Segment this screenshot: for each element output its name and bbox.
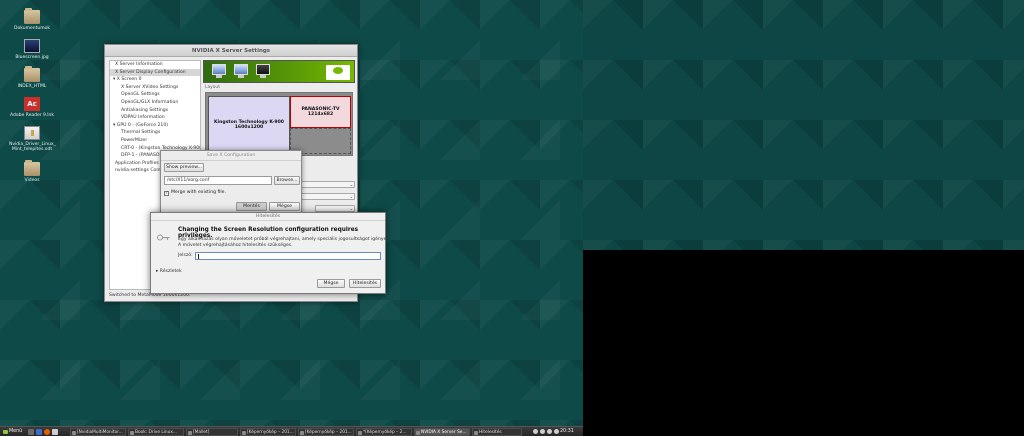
- desktop-icon-dokumentumok[interactable]: Dokumentumok: [9, 8, 55, 31]
- desktop-icon-nvidia-doc[interactable]: Nvidia_Driver_Linux_ Mint_telepites.odt: [9, 126, 56, 152]
- display-kingston[interactable]: Kingston Technology K-900 1600x1200: [208, 96, 290, 154]
- merge-checkbox-label: Merge with existing file.: [171, 190, 226, 195]
- desktop-icon-index-html[interactable]: INDEX_HTML: [9, 66, 55, 89]
- nvidia-banner: [203, 60, 355, 83]
- desktop-icon-label: Dokumentumok: [14, 26, 50, 31]
- auth-description-line2: A művelet végrehajtásához hitelesítés sz…: [178, 243, 293, 248]
- desktop-icon-label: INDEX_HTML: [17, 84, 47, 89]
- desktop-icon-bluescreen[interactable]: Bluescreen.jpg: [9, 39, 55, 60]
- terminal-icon[interactable]: [36, 429, 42, 435]
- folder-icon: [24, 8, 40, 24]
- chevron-down-icon: ⌄: [349, 182, 353, 187]
- display-resolution: 1214x682: [307, 112, 334, 117]
- text-cursor: [198, 253, 199, 259]
- tree-item-display-configuration[interactable]: X Server Display Configuration: [110, 68, 200, 77]
- password-input[interactable]: [195, 251, 381, 260]
- authentication-dialog: Hitelesítés Changing the Screen Resoluti…: [150, 212, 390, 294]
- desktop-unused-area: [583, 250, 1024, 436]
- desktop-icon-label: Adobe Reader 9.lnk: [9, 113, 55, 118]
- tree-item-thermal-settings[interactable]: Thermal Settings: [110, 129, 200, 137]
- display-setting-combo[interactable]: ⌄: [301, 181, 355, 188]
- network-icon[interactable]: [540, 429, 545, 434]
- save-x-configuration-dialog: Save X Configuration Show preview... /et…: [160, 150, 302, 214]
- adobe-reader-icon: Ac: [24, 97, 40, 111]
- tree-item-antialiasing[interactable]: Antialiasing Settings: [110, 107, 200, 115]
- tree-item-x-server-info[interactable]: X Server Information: [110, 61, 200, 69]
- firefox-icon[interactable]: [44, 429, 50, 435]
- image-thumbnail-icon: [24, 39, 40, 53]
- update-shield-icon[interactable]: [554, 429, 559, 434]
- folder-icon: [24, 160, 40, 176]
- display-layout-area[interactable]: Kingston Technology K-900 1600x1200 PANA…: [205, 92, 353, 156]
- dialog-title[interactable]: Hitelesítés: [151, 213, 385, 221]
- taskbar-window-button[interactable]: [Képernyőkép – 201...: [298, 428, 354, 436]
- taskbar-window-button-active[interactable]: NVIDIA X Server Se...: [414, 428, 470, 436]
- display-setting-combo[interactable]: ⌄: [315, 205, 355, 212]
- details-expander[interactable]: ▸ Részletek: [156, 269, 182, 274]
- clock[interactable]: 20:31: [560, 428, 574, 436]
- tree-item-xvideo-settings[interactable]: X Server XVideo Settings: [110, 84, 200, 92]
- monitor-icon: [234, 64, 248, 79]
- monitor-icon: [256, 64, 270, 79]
- show-desktop-icon[interactable]: [28, 429, 34, 435]
- authenticate-button[interactable]: Hitelesítés: [349, 279, 381, 288]
- desktop-icon-adobe-reader[interactable]: Ac Adobe Reader 9.lnk: [9, 97, 55, 118]
- layout-label: Layout: [205, 85, 220, 90]
- auth-description-line1: Egy alkalmazás olyan műveletet próbál vé…: [178, 237, 390, 242]
- dialog-title[interactable]: Save X Configuration: [161, 151, 301, 161]
- chevron-down-icon: ⌄: [349, 206, 353, 211]
- taskbar-window-button[interactable]: Book: Drive Linux...: [128, 428, 184, 436]
- taskbar-window-button[interactable]: *[Képernyőkép – 2...: [356, 428, 412, 436]
- merge-checkbox[interactable]: ✓: [164, 191, 169, 196]
- browse-button[interactable]: Browse...: [274, 176, 300, 185]
- display-panasonic[interactable]: PANASONIC-TV 1214x682: [290, 96, 351, 128]
- cancel-button[interactable]: Mégse: [269, 202, 300, 211]
- document-icon: [24, 126, 40, 140]
- desktop-icon-label: Bluescreen.jpg: [15, 55, 49, 60]
- display-resolution: 1600x1200: [234, 125, 264, 130]
- taskbar-window-button[interactable]: Hitelesítés: [472, 428, 522, 436]
- taskbar-window-button[interactable]: [Képernyőkép – 201...: [240, 428, 296, 436]
- desktop-background-secondary: [583, 0, 1024, 250]
- start-menu-button[interactable]: Menü: [2, 428, 22, 436]
- password-label: Jelszó:: [178, 253, 193, 258]
- volume-icon[interactable]: [547, 429, 552, 434]
- desktop-icon-label: Videos: [24, 178, 40, 183]
- user-icon[interactable]: [533, 429, 538, 434]
- mint-menu-icon: [3, 430, 8, 434]
- monitor-icon: [212, 64, 226, 79]
- taskbar-window-button[interactable]: [Mallet]: [186, 428, 238, 436]
- display-setting-combo[interactable]: ⌄: [301, 193, 355, 200]
- chevron-down-icon: ⌄: [349, 194, 353, 199]
- cancel-button[interactable]: Mégse: [317, 279, 345, 288]
- show-preview-button[interactable]: Show preview...: [164, 163, 204, 172]
- start-menu-label: Menü: [9, 429, 23, 434]
- tree-item-glx-information[interactable]: OpenGL/GLX Information: [110, 99, 200, 107]
- file-manager-icon[interactable]: [52, 429, 58, 435]
- tree-item-gpu-0[interactable]: ▾ GPU 0 - (GeForce 210): [110, 122, 200, 130]
- taskbar: Menü [NvidiaMultiMonitor... Book: Drive …: [0, 426, 583, 436]
- config-path-input[interactable]: /etc/X11/xorg.conf: [164, 176, 272, 185]
- tree-item-opengl-settings[interactable]: OpenGL Settings: [110, 91, 200, 99]
- tree-item-powermizer[interactable]: PowerMizer: [110, 137, 200, 145]
- key-icon: [157, 234, 170, 241]
- window-title[interactable]: NVIDIA X Server Settings: [105, 45, 357, 57]
- tree-item-vdpau-information[interactable]: VDPAU Information: [110, 114, 200, 122]
- nvidia-logo-icon: [326, 65, 350, 80]
- taskbar-window-button[interactable]: [NvidiaMultiMonitor...: [70, 428, 126, 436]
- desktop-icon-label-line2: Mint_telepites.odt: [11, 147, 53, 152]
- folder-icon: [24, 66, 40, 82]
- tree-item-x-screen-0[interactable]: ▾ X Screen 0: [110, 76, 200, 84]
- desktop-icon-videos[interactable]: Videos: [9, 160, 55, 183]
- save-button[interactable]: Mentés: [236, 202, 267, 211]
